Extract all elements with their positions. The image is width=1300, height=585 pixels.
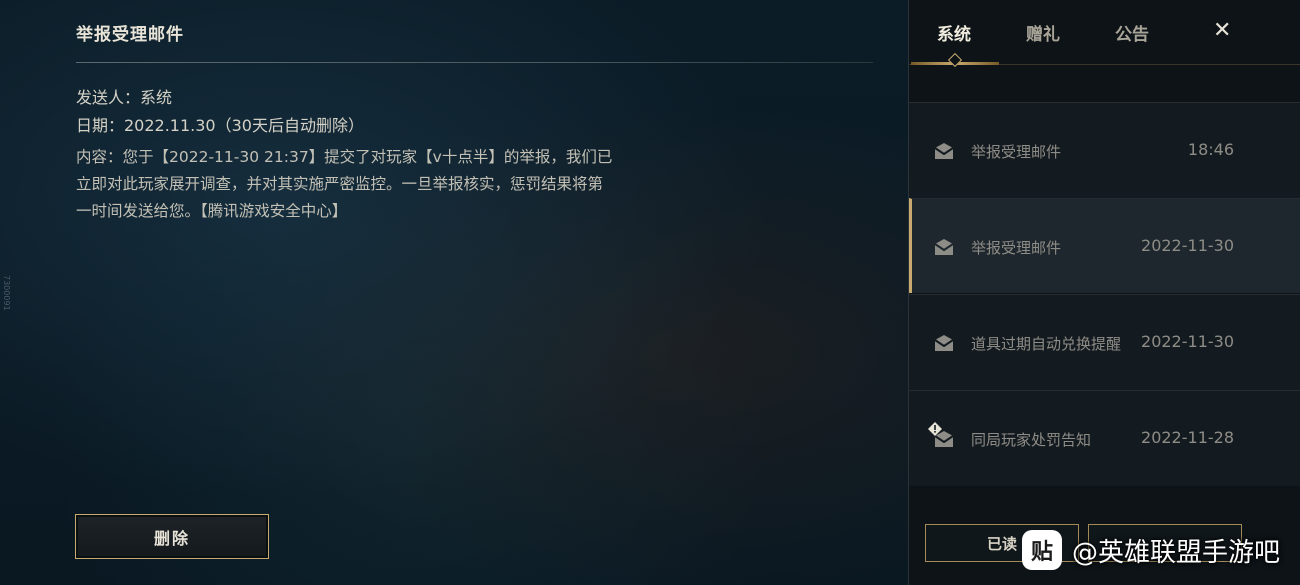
mail-list-item[interactable]: 举报受理邮件 2022-11-30 xyxy=(909,198,1300,293)
mail-read-icon xyxy=(934,143,954,159)
mail-subject: 道具过期自动兑换提醒 xyxy=(971,335,1122,353)
mail-content-line: 一时间发送给您。【腾讯游戏安全中心】 xyxy=(76,202,348,220)
delete-button[interactable]: 删除 xyxy=(75,514,269,559)
tab-announcements[interactable]: 公告 xyxy=(1115,20,1149,45)
mail-list-item[interactable]: 道具过期自动兑换提醒 2022-11-30 xyxy=(909,294,1300,390)
mail-subject: 举报受理邮件 xyxy=(971,143,1062,161)
tab-system[interactable]: 系统 xyxy=(937,20,971,45)
watermark-text: @英雄联盟手游吧 xyxy=(1071,537,1280,568)
divider xyxy=(76,62,873,63)
mail-sender: 发送人：系统 xyxy=(76,88,173,107)
mail-warning-icon-wrap xyxy=(928,422,955,450)
mail-content: 内容：您于【2022-11-30 21:37】提交了对玩家【v十点半】的举报，我… xyxy=(76,144,676,225)
mail-time: 2022-11-28 xyxy=(1141,428,1234,447)
mail-list-item[interactable]: 同局玩家处罚告知 2022-11-28 xyxy=(909,390,1300,486)
mail-subject: 同局玩家处罚告知 xyxy=(971,431,1092,449)
watermark: 贴 @英雄联盟手游吧 xyxy=(1021,530,1280,570)
mail-list-item[interactable]: 举报受理邮件 18:46 xyxy=(909,102,1300,198)
mail-list-panel: 系统 赠礼 公告 ✕ 举报受理邮件 18:46 举报受理邮件 2022-11-3… xyxy=(908,0,1300,585)
mail-time: 18:46 xyxy=(1187,140,1234,159)
mail-subject: 举报受理邮件 xyxy=(971,239,1062,257)
tab-gifts[interactable]: 赠礼 xyxy=(1026,20,1060,45)
mail-read-icon xyxy=(934,335,954,351)
mail-date: 日期：2022.11.30（30天后自动删除） xyxy=(76,116,364,135)
close-button[interactable]: ✕ xyxy=(1213,18,1231,43)
tab-bar: 系统 赠礼 公告 ✕ xyxy=(909,0,1300,68)
tieba-logo-icon: 贴 xyxy=(1021,530,1062,570)
mail-title: 举报受理邮件 xyxy=(76,25,184,45)
mail-time: 2022-11-30 xyxy=(1141,236,1234,255)
mail-time: 2022-11-30 xyxy=(1141,332,1234,351)
mail-read-icon xyxy=(934,239,954,255)
mail-content-line: 立即对此玩家展开调查，并对其实施严密监控。一旦举报核实，惩罚结果将第 xyxy=(76,175,604,193)
mail-content-line: 内容：您于【2022-11-30 21:37】提交了对玩家【v十点半】的举报，我… xyxy=(76,148,613,166)
side-id-text: 7300091 xyxy=(2,275,11,311)
warning-badge-icon xyxy=(928,422,942,436)
